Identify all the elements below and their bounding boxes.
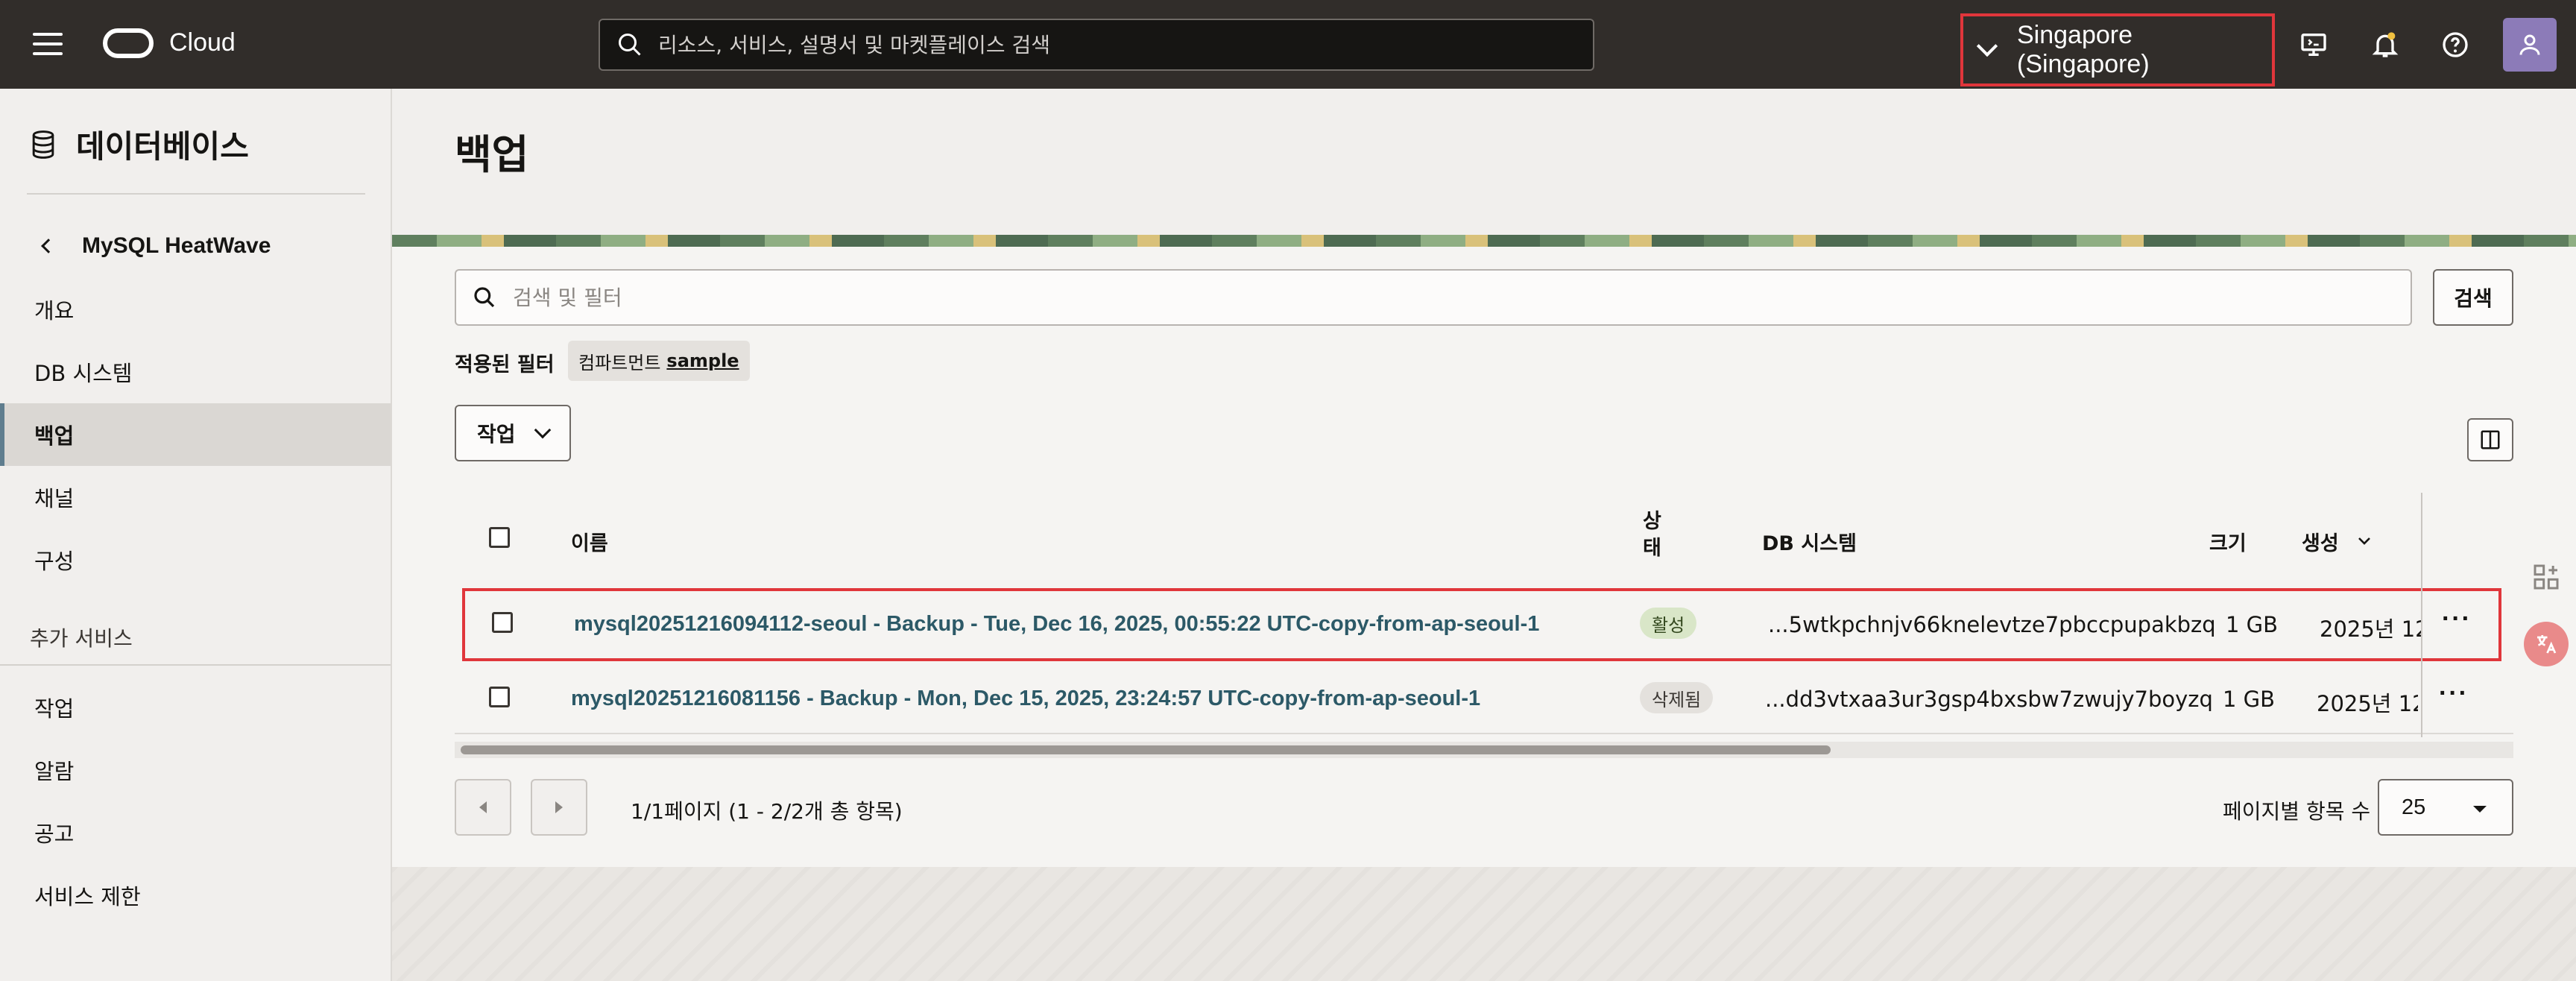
sidebar-divider xyxy=(0,664,391,666)
columns-icon xyxy=(2481,430,2500,450)
caret-down-icon xyxy=(2473,806,2487,813)
database-icon xyxy=(32,130,54,159)
search-button[interactable]: 검색 xyxy=(2433,269,2513,326)
sidebar-item-alarms[interactable]: 알람 xyxy=(0,739,391,801)
header-status-1[interactable]: 상 xyxy=(1643,505,1661,534)
sidebar-item-configurations[interactable]: 구성 xyxy=(0,529,391,591)
columns-toggle-button[interactable] xyxy=(2467,418,2513,461)
status-badge: 삭제됨 xyxy=(1640,682,1714,713)
sidebar-item-announcements[interactable]: 공고 xyxy=(0,801,391,864)
sticky-column-divider xyxy=(2421,493,2422,737)
bell-icon[interactable] xyxy=(2370,30,2400,60)
per-page-select[interactable]: 25 xyxy=(2378,779,2513,836)
filter-chip-compartment[interactable]: 컴파트먼트 sample xyxy=(568,341,750,381)
main-content: 백업 검색 적용된 필터 컴파트먼트 sample 작업 이름 상 태 DB 시… xyxy=(392,89,2576,981)
sidebar-item-channels[interactable]: 채널 xyxy=(0,466,391,529)
more-icon[interactable]: ··· xyxy=(2439,679,2469,708)
table-row[interactable]: mysql20251216081156 - Backup - Mon, Dec … xyxy=(455,661,2513,734)
db-system-cell: ...5wtkpchnjv66knelevtze7pbccpupakbzq xyxy=(1768,612,2216,637)
oracle-logo[interactable] xyxy=(103,28,154,58)
header-created[interactable]: 생성 xyxy=(2302,527,2339,556)
chip-value[interactable]: sample xyxy=(666,350,739,371)
sidebar-section-label: 추가 서비스 xyxy=(30,626,133,651)
created-cell: 2025년 12월 1 xyxy=(2317,691,2418,716)
chevron-right-icon xyxy=(555,801,563,813)
filter-box[interactable] xyxy=(455,269,2412,326)
per-page-label: 페이지별 항목 수 xyxy=(2223,799,2371,824)
sort-desc-icon[interactable] xyxy=(2355,531,2373,549)
template-icon[interactable] xyxy=(2524,555,2569,599)
header-name[interactable]: 이름 xyxy=(571,527,608,556)
backup-name-link[interactable]: mysql20251216094112-seoul - Backup - Tue… xyxy=(574,612,1539,637)
top-bar: Cloud Singapore (Singapore) xyxy=(0,0,2576,89)
global-search-input[interactable] xyxy=(658,32,1553,57)
db-system-cell: ...dd3vtxaa3ur3gsp4bxsbw7zwujy7boyzq xyxy=(1765,687,2213,712)
table-header: 이름 상 태 DB 시스템 크기 생성 xyxy=(455,493,2513,585)
help-icon[interactable] xyxy=(2440,30,2470,60)
size-cell: 1 GB xyxy=(2223,687,2276,712)
brand-label[interactable]: Cloud xyxy=(169,28,236,57)
decorative-footer-pattern xyxy=(392,867,2576,981)
header-db-system[interactable]: DB 시스템 xyxy=(1762,527,1857,556)
sidebar-divider xyxy=(27,193,365,195)
pagination-info: 1/1페이지 (1 - 2/2개 총 항목) xyxy=(631,799,903,824)
chevron-left-icon xyxy=(41,239,56,253)
sidebar-back-link[interactable]: MySQL HeatWave xyxy=(41,233,271,259)
header-status-2[interactable]: 태 xyxy=(1643,531,1661,561)
applied-filters-label: 적용된 필터 xyxy=(455,353,555,376)
chevron-left-icon xyxy=(479,801,487,813)
backup-name-link[interactable]: mysql20251216081156 - Backup - Mon, Dec … xyxy=(571,687,1480,711)
row-checkbox[interactable] xyxy=(492,612,513,633)
more-icon[interactable]: ··· xyxy=(2442,605,2472,634)
sidebar: 데이터베이스 MySQL HeatWave 개요 DB 시스템 백업 채널 구성… xyxy=(0,89,392,981)
region-selector[interactable]: Singapore (Singapore) xyxy=(1960,13,2275,86)
chevron-down-icon xyxy=(534,421,551,439)
chevron-down-icon xyxy=(1976,35,1998,57)
row-checkbox[interactable] xyxy=(489,687,510,707)
region-label: Singapore (Singapore) xyxy=(2017,21,2150,78)
size-cell: 1 GB xyxy=(2226,612,2279,637)
select-all-checkbox[interactable] xyxy=(489,527,510,548)
actions-label: 작업 xyxy=(477,422,516,447)
backup-list-panel: 검색 적용된 필터 컴파트먼트 sample 작업 이름 상 태 DB 시스템 … xyxy=(392,247,2576,867)
table-row[interactable]: mysql20251216094112-seoul - Backup - Tue… xyxy=(462,588,2501,661)
sidebar-item-service-limits[interactable]: 서비스 제한 xyxy=(0,864,391,927)
hamburger-icon[interactable] xyxy=(33,33,63,57)
search-icon xyxy=(474,287,495,308)
horizontal-scrollbar[interactable] xyxy=(455,742,2513,758)
status-badge: 활성 xyxy=(1640,608,1697,639)
prev-page-button[interactable] xyxy=(455,779,511,836)
global-search[interactable] xyxy=(599,19,1594,71)
user-icon xyxy=(2519,34,2540,55)
page-title: 백업 xyxy=(455,131,529,178)
actions-button[interactable]: 작업 xyxy=(455,405,571,461)
chip-key: 컴파트먼트 xyxy=(578,352,661,373)
sidebar-item-db-systems[interactable]: DB 시스템 xyxy=(0,341,391,403)
sidebar-item-overview[interactable]: 개요 xyxy=(0,278,391,341)
user-avatar[interactable] xyxy=(2503,18,2557,72)
sidebar-title: 데이터베이스 xyxy=(27,122,249,167)
decorative-banner xyxy=(392,235,2576,247)
translate-icon[interactable] xyxy=(2524,622,2569,666)
next-page-button[interactable] xyxy=(531,779,587,836)
created-cell: 2025년 12월 16 xyxy=(2320,616,2422,642)
cloud-shell-icon[interactable] xyxy=(2299,30,2329,60)
search-icon xyxy=(619,34,641,56)
per-page-value: 25 xyxy=(2402,795,2426,819)
sidebar-back-label: MySQL HeatWave xyxy=(82,233,271,258)
sidebar-item-backups[interactable]: 백업 xyxy=(0,403,391,466)
header-size[interactable]: 크기 xyxy=(2209,527,2247,556)
filter-input[interactable] xyxy=(513,285,2302,310)
sidebar-title-label: 데이터베이스 xyxy=(76,128,249,165)
sidebar-item-work-requests[interactable]: 작업 xyxy=(0,676,391,739)
scrollbar-thumb[interactable] xyxy=(461,745,1831,754)
